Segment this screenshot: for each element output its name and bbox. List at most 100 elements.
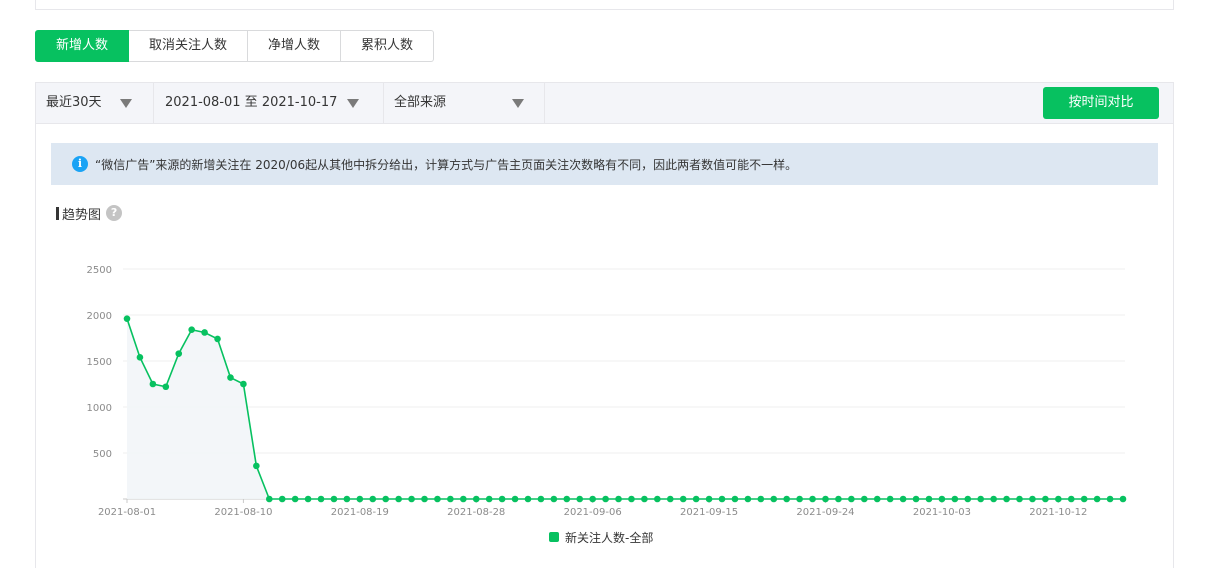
- data-point: [188, 326, 195, 334]
- data-point: [343, 495, 351, 503]
- data-point: [770, 495, 778, 503]
- data-point: [628, 495, 635, 503]
- series-line: [126, 318, 1123, 500]
- data-point: [576, 495, 584, 503]
- data-point: [873, 495, 881, 503]
- chart-legend[interactable]: 新关注人数-全部: [549, 529, 653, 545]
- top-panel: [35, 0, 1174, 10]
- data-point: [175, 350, 183, 357]
- data-point: [434, 495, 441, 503]
- data-point: [1093, 495, 1101, 503]
- data-point: [1067, 495, 1075, 503]
- data-point: [589, 495, 596, 503]
- y-tick-label: 500: [93, 449, 112, 460]
- data-point: [692, 495, 700, 503]
- data-point: [162, 383, 170, 391]
- x-tick-label: 2021-08-19: [331, 507, 389, 518]
- data-point: [912, 495, 920, 503]
- metric-tabs: 新增人数 取消关注人数 净增人数 累积人数: [35, 30, 435, 62]
- trend-chart: 500 1000 1500 2000 2500 2021-08-01 2021-08-10 2…: [87, 265, 1127, 518]
- data-point: [408, 495, 415, 503]
- data-point: [265, 495, 273, 503]
- y-tick-label: 2000: [87, 311, 112, 322]
- data-point: [369, 495, 377, 503]
- data-point: [227, 374, 234, 381]
- tab-unfollows[interactable]: 取消关注人数: [129, 30, 249, 62]
- x-tick-label: 2021-08-10: [214, 507, 272, 518]
- data-point: [123, 315, 131, 322]
- data-point: [886, 495, 894, 503]
- data-point: [447, 495, 454, 503]
- data-point: [615, 495, 622, 503]
- data-point: [278, 495, 286, 503]
- data-point: [951, 495, 959, 503]
- tab-cumulative[interactable]: 累积人数: [341, 30, 435, 62]
- data-point: [472, 495, 480, 503]
- data-point: [835, 495, 842, 503]
- data-point: [550, 495, 558, 503]
- data-point: [666, 495, 674, 503]
- data-point: [1119, 495, 1127, 503]
- data-point: [460, 495, 467, 503]
- data-point: [744, 495, 752, 503]
- series-area: [127, 318, 1123, 499]
- data-point: [679, 495, 687, 503]
- data-point: [330, 495, 338, 503]
- data-point: [602, 495, 609, 503]
- data-point: [1106, 495, 1114, 503]
- data-point: [860, 495, 868, 503]
- x-tick-label: 2021-10-12: [1029, 507, 1087, 518]
- y-tick-label: 1000: [87, 403, 112, 414]
- data-point: [783, 495, 790, 503]
- data-point: [317, 495, 325, 503]
- data-point: [718, 495, 726, 503]
- data-point: [1016, 495, 1023, 503]
- data-point: [796, 495, 803, 503]
- data-point: [1055, 495, 1062, 503]
- data-point: [977, 495, 985, 503]
- data-point: [485, 495, 493, 503]
- data-point: [511, 495, 519, 503]
- data-point: [524, 495, 532, 503]
- data-point: [240, 380, 247, 388]
- data-point: [641, 495, 648, 503]
- data-point: [964, 495, 972, 503]
- data-point: [253, 462, 260, 470]
- data-point: [304, 495, 312, 503]
- data-point: [537, 495, 545, 503]
- data-point: [136, 354, 144, 361]
- data-point: [990, 495, 997, 503]
- analytics-panel: 最近30天 2021-08-01 至 2021-10-17 全部来源 按时间对比…: [35, 82, 1174, 568]
- x-tick-label: 2021-10-03: [913, 507, 971, 518]
- data-point: [1029, 495, 1036, 503]
- y-tick-label: 2500: [87, 265, 112, 276]
- data-point: [356, 495, 364, 503]
- x-tick-label: 2021-08-28: [447, 507, 505, 518]
- data-point: [214, 335, 221, 343]
- x-tick-label: 2021-09-06: [564, 507, 622, 518]
- data-point: [149, 380, 157, 388]
- data-point: [925, 495, 933, 503]
- data-point: [563, 495, 571, 503]
- data-point: [291, 495, 299, 503]
- data-point: [822, 495, 829, 503]
- data-point: [395, 495, 402, 503]
- y-tick-label: 1500: [87, 357, 112, 368]
- data-point: [731, 495, 739, 503]
- tab-new-followers[interactable]: 新增人数: [35, 30, 130, 62]
- data-point: [757, 495, 765, 503]
- tab-net-growth[interactable]: 净增人数: [248, 30, 342, 62]
- data-point: [705, 495, 713, 503]
- data-point: [498, 495, 506, 503]
- data-point: [899, 495, 907, 503]
- data-point: [382, 495, 390, 503]
- legend-swatch: [549, 532, 559, 542]
- data-point: [848, 495, 855, 503]
- data-point: [938, 495, 946, 503]
- x-tick-label: 2021-09-15: [680, 507, 738, 518]
- data-point: [654, 495, 661, 503]
- data-point: [421, 495, 428, 503]
- data-point: [1080, 495, 1088, 503]
- data-point: [1003, 495, 1010, 503]
- legend-label: 新关注人数-全部: [565, 530, 654, 545]
